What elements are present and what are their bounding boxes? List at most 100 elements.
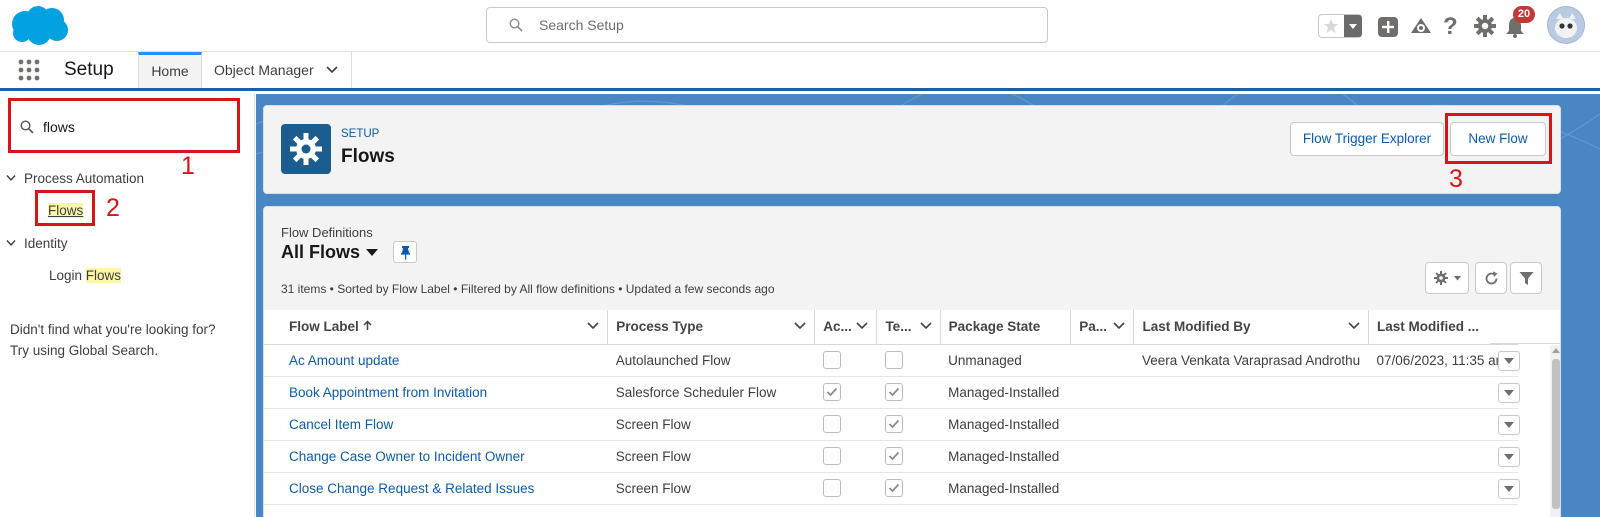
- tab-object-manager[interactable]: Object Manager: [202, 52, 352, 88]
- cell-process-type: Screen Flow: [607, 408, 815, 441]
- filter-icon: [1519, 271, 1534, 286]
- tab-home[interactable]: Home: [138, 52, 202, 88]
- global-actions-add-icon[interactable]: [1377, 16, 1399, 38]
- chevron-down-icon[interactable]: [326, 66, 338, 74]
- row-action-menu-button[interactable]: [1498, 479, 1520, 499]
- column-header-process-type[interactable]: Process Type: [607, 310, 816, 345]
- sidebar-help-text-1: Didn't find what you're looking for?: [10, 322, 216, 337]
- caret-down-icon: [1454, 276, 1461, 281]
- trailhead-icon[interactable]: [1409, 15, 1433, 39]
- user-avatar[interactable]: [1547, 6, 1585, 44]
- page-header: SETUP Flows Flow Trigger Explorer New Fl…: [263, 105, 1561, 194]
- help-icon[interactable]: ?: [1443, 13, 1458, 41]
- row-action-cell: [1490, 441, 1550, 473]
- cell-template: [876, 376, 941, 409]
- cell-flow-label[interactable]: Book Appointment from Invitation: [264, 376, 608, 409]
- column-header-last-modified-by[interactable]: Last Modified By: [1133, 310, 1370, 345]
- list-view: Flow Definitions All Flows 31 items • So…: [263, 206, 1561, 517]
- table-header-row: Flow Label Process Type Ac... Te... Pack…: [264, 310, 1518, 345]
- column-header-flow-label[interactable]: Flow Label: [264, 310, 609, 345]
- flow-label-link[interactable]: Close Change Request & Related Issues: [289, 481, 534, 496]
- chevron-down-icon[interactable]: [1344, 15, 1362, 37]
- column-header-label: Process Type: [616, 319, 703, 335]
- cell-active: [814, 344, 877, 377]
- cell-active: [814, 440, 877, 473]
- sidebar-item-login-highlight: Flows: [85, 268, 122, 283]
- scroll-up-icon[interactable]: [1550, 345, 1561, 357]
- row-action-menu-button[interactable]: [1498, 351, 1520, 371]
- chevron-down-icon[interactable]: [920, 322, 932, 330]
- row-action-menu-button[interactable]: [1498, 447, 1520, 467]
- setup-main-content: SETUP Flows Flow Trigger Explorer New Fl…: [256, 94, 1600, 517]
- cell-template: [876, 472, 941, 505]
- row-action-menu-button[interactable]: [1498, 415, 1520, 435]
- pin-list-view-button[interactable]: [393, 241, 417, 263]
- salesforce-logo[interactable]: [8, 4, 70, 46]
- column-header-pa[interactable]: Pa...: [1070, 310, 1135, 345]
- chevron-down-icon[interactable]: [6, 239, 16, 247]
- column-header-active[interactable]: Ac...: [814, 310, 878, 345]
- chevron-down-icon[interactable]: [794, 322, 806, 330]
- global-header: ? 20: [0, 0, 1600, 52]
- app-name: Setup: [64, 59, 114, 80]
- row-action-cell: [1490, 345, 1550, 377]
- table-scrollbar[interactable]: [1550, 345, 1561, 517]
- favorites-button[interactable]: [1318, 14, 1362, 38]
- scrollbar-thumb[interactable]: [1552, 359, 1560, 509]
- sidebar-section-process-automation[interactable]: Process Automation: [24, 171, 144, 186]
- caret-down-icon: [1504, 486, 1514, 492]
- annotation-box-3: [1445, 113, 1552, 164]
- caret-down-icon[interactable]: [365, 248, 379, 257]
- cell-last-modified-by: [1133, 376, 1369, 409]
- cell-pa: [1070, 408, 1134, 441]
- row-action-cell: [1490, 409, 1550, 441]
- refresh-button[interactable]: [1475, 262, 1507, 294]
- active-checkbox: [822, 479, 841, 497]
- sidebar-item-login-prefix: Login: [49, 268, 86, 283]
- flow-label-link[interactable]: Book Appointment from Invitation: [289, 385, 487, 400]
- search-icon: [509, 18, 523, 32]
- cell-flow-label[interactable]: Ac Amount update: [264, 344, 608, 377]
- column-header-template[interactable]: Te...: [876, 310, 941, 345]
- global-search-input[interactable]: [539, 17, 1019, 33]
- filter-button[interactable]: [1510, 262, 1542, 294]
- cell-flow-label[interactable]: Change Case Owner to Incident Owner: [264, 440, 608, 473]
- column-header-label: Package State: [948, 319, 1041, 335]
- template-checkbox: [884, 383, 903, 401]
- flow-label-link[interactable]: Ac Amount update: [289, 353, 399, 368]
- cell-process-type: Autolaunched Flow: [607, 344, 815, 377]
- app-launcher-icon[interactable]: [18, 59, 40, 81]
- pin-icon: [400, 245, 411, 260]
- flow-label-link[interactable]: Change Case Owner to Incident Owner: [289, 449, 525, 464]
- global-search[interactable]: [486, 7, 1048, 43]
- template-checkbox: [884, 415, 903, 433]
- chevron-down-icon[interactable]: [6, 174, 16, 182]
- cell-process-type: Screen Flow: [607, 472, 815, 505]
- row-action-menu-button[interactable]: [1498, 383, 1520, 403]
- sidebar-item-login-flows[interactable]: Login Flows: [49, 268, 122, 283]
- annotation-number-3: 3: [1449, 165, 1463, 193]
- setup-gear-icon[interactable]: [1474, 15, 1496, 37]
- flow-label-link[interactable]: Cancel Item Flow: [289, 417, 393, 432]
- chevron-down-icon[interactable]: [1113, 322, 1126, 330]
- sidebar-section-identity[interactable]: Identity: [24, 236, 68, 251]
- page-eyebrow[interactable]: SETUP: [341, 128, 379, 140]
- table-row: Ac Amount update Autolaunched Flow Unmanag…: [264, 344, 1518, 377]
- chevron-down-icon[interactable]: [1348, 322, 1360, 330]
- cell-pa: [1070, 376, 1134, 409]
- column-header-label: Te...: [885, 319, 912, 335]
- list-view-name[interactable]: All Flows: [281, 242, 360, 263]
- column-header-package-state[interactable]: Package State: [940, 310, 1072, 345]
- cell-last-modified-by: [1133, 472, 1369, 505]
- caret-down-icon: [1504, 390, 1514, 396]
- refresh-icon: [1484, 271, 1499, 286]
- cell-flow-label[interactable]: Close Change Request & Related Issues: [264, 472, 608, 505]
- list-settings-button[interactable]: [1425, 262, 1469, 294]
- sidebar-help-text-2: Try using Global Search.: [10, 343, 159, 358]
- flow-trigger-explorer-button[interactable]: Flow Trigger Explorer: [1290, 122, 1444, 156]
- tab-object-manager-label: Object Manager: [214, 62, 314, 78]
- chevron-down-icon[interactable]: [856, 322, 869, 330]
- chevron-down-icon[interactable]: [587, 322, 599, 330]
- cell-flow-label[interactable]: Cancel Item Flow: [264, 408, 608, 441]
- caret-down-icon: [1504, 358, 1514, 364]
